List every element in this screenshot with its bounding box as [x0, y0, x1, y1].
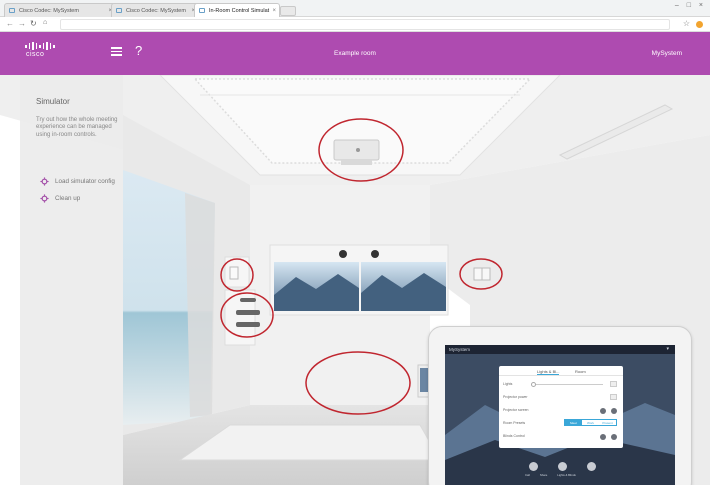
browser-tab-strip: Cisco Codec: MySystem × Cisco Codec: MyS…	[0, 0, 710, 17]
gear-icon	[40, 194, 49, 203]
url-input[interactable]	[60, 19, 670, 30]
tab-room[interactable]: Room	[575, 369, 586, 374]
projector-power-row: Projector power	[503, 391, 619, 403]
reload-icon[interactable]: ↻	[30, 19, 37, 28]
close-tab-icon[interactable]: ×	[272, 4, 276, 17]
bookmark-star-icon[interactable]: ☆	[683, 19, 690, 28]
clean-up-button[interactable]: Clean up	[40, 194, 80, 203]
panel-tabs: Lights & Bl... Room	[499, 366, 623, 376]
blinds-row: Blinds Control	[503, 430, 619, 442]
room-control-panel: Lights & Bl... Room Lights Projector pow…	[499, 366, 623, 448]
projector-power-toggle[interactable]	[610, 394, 617, 400]
address-bar: ← → ↻ ⌂ ☆	[0, 17, 710, 32]
blinds-up-button[interactable]	[600, 434, 606, 440]
simulator-sidebar: Simulator Try out how the whole meeting …	[20, 75, 123, 485]
page-icon	[9, 8, 15, 13]
browser-tab-2[interactable]: Cisco Codec: MySystem ×	[111, 3, 199, 17]
preset-selector: Meet Work Present	[564, 419, 617, 426]
forward-icon[interactable]: →	[18, 19, 26, 28]
home-icon[interactable]: ⌂	[43, 19, 47, 26]
preset-present[interactable]: Present	[599, 420, 616, 425]
load-config-button[interactable]: Load simulator config	[40, 177, 115, 186]
preset-work[interactable]: Work	[582, 420, 599, 425]
tab-lights-blinds[interactable]: Lights & Bl...	[537, 369, 560, 375]
gear-icon	[40, 177, 49, 186]
app-header: cisco ? Example room MySystem	[0, 32, 710, 75]
room-title: Example room	[334, 50, 376, 57]
more-icon[interactable]: ▾	[666, 345, 669, 354]
browser-tab-1[interactable]: Cisco Codec: MySystem ×	[4, 3, 116, 17]
preset-meet[interactable]: Meet	[565, 420, 582, 425]
projector-screen-row: Projector screen	[503, 404, 619, 416]
system-name[interactable]: MySystem	[652, 50, 682, 57]
touch-panel-screen: MySystem ▾ Lights & Bl... Room Lights Pr…	[445, 345, 675, 485]
back-icon[interactable]: ←	[6, 19, 14, 28]
room-presets-row: Room Presets Meet Work Present	[503, 417, 619, 429]
new-tab-button[interactable]	[280, 6, 296, 16]
tablet-bottom-buttons	[529, 462, 596, 471]
tablet-button-labels: Call Share Lights & Blinds	[525, 473, 576, 477]
touch-panel-tablet[interactable]: MySystem ▾ Lights & Bl... Room Lights Pr…	[428, 326, 692, 485]
page-icon	[116, 8, 122, 13]
screen-up-button[interactable]	[600, 408, 606, 414]
slider-handle[interactable]	[531, 382, 536, 387]
sidebar-description: Try out how the whole meeting experience…	[36, 117, 118, 138]
lights-slider[interactable]	[531, 382, 603, 387]
share-button[interactable]	[558, 462, 567, 471]
page-icon	[199, 8, 205, 13]
browser-tab-3[interactable]: In-Room Control Simulat ×	[194, 3, 280, 17]
screen-down-button[interactable]	[611, 408, 617, 414]
call-button[interactable]	[529, 462, 538, 471]
tablet-status-bar: MySystem ▾	[445, 345, 675, 354]
window-controls[interactable]: – □ ×	[675, 2, 706, 9]
lights-toggle[interactable]	[610, 381, 617, 387]
lights-blinds-button[interactable]	[587, 462, 596, 471]
blinds-down-button[interactable]	[611, 434, 617, 440]
lights-row: Lights	[503, 378, 619, 390]
cisco-bars-icon	[25, 42, 55, 50]
extension-icon[interactable]	[696, 21, 703, 28]
sidebar-title: Simulator	[36, 97, 70, 106]
